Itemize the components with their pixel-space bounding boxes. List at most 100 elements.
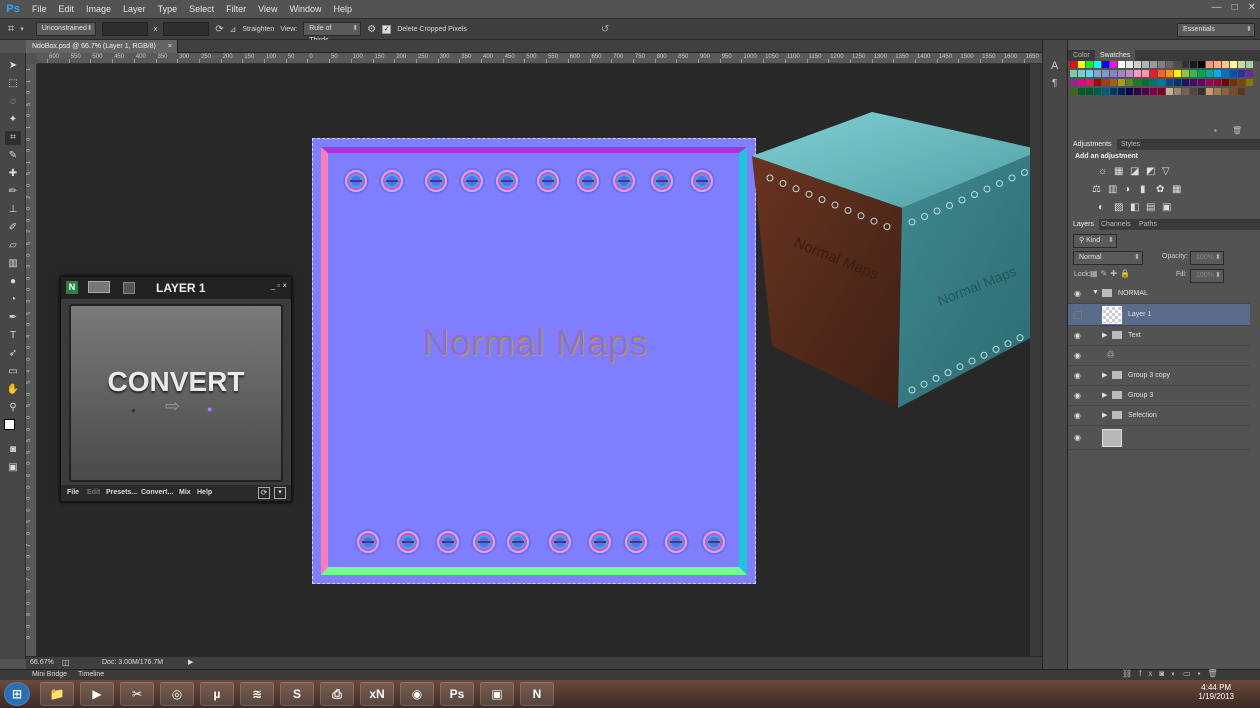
character-panel-icon[interactable]: A [1051, 60, 1058, 72]
swatch[interactable] [1230, 88, 1237, 95]
adjustment-icon[interactable]: ▦ [1172, 184, 1181, 195]
delete-swatch-icon[interactable]: 🗑 [1232, 126, 1242, 135]
swatch[interactable] [1150, 70, 1157, 77]
eraser-tool-icon[interactable]: ▱ [5, 239, 21, 253]
swatch[interactable] [1134, 70, 1141, 77]
swatch[interactable] [1110, 79, 1117, 86]
screen-mode-icon[interactable]: ▣ [5, 461, 21, 475]
healing-tool-icon[interactable]: ✚ [5, 167, 21, 181]
converter-menu-edit[interactable]: Edit [87, 489, 100, 496]
swatch[interactable] [1190, 79, 1197, 86]
tab-timeline[interactable]: Timeline [78, 671, 104, 678]
adjustment-icon[interactable]: ◩ [1146, 166, 1155, 177]
tab-channels[interactable]: Channels [1096, 219, 1136, 230]
group-collapsed-icon[interactable]: ▶ [1102, 411, 1107, 419]
crop-tool-icon[interactable]: ⌗ [8, 23, 14, 36]
group-expanded-icon[interactable]: ▼ [1092, 289, 1099, 296]
converter-menu-presets[interactable]: Presets... [106, 489, 137, 496]
swatch[interactable] [1190, 70, 1197, 77]
swatch[interactable] [1166, 88, 1173, 95]
swatch[interactable] [1070, 88, 1077, 95]
swatch[interactable] [1206, 61, 1213, 68]
swatch[interactable] [1230, 61, 1237, 68]
swatch[interactable] [1126, 61, 1133, 68]
swatch[interactable] [1102, 79, 1109, 86]
swatch[interactable] [1246, 79, 1253, 86]
adjustment-icon[interactable]: ▦ [1114, 166, 1123, 177]
adjustment-icon[interactable]: ▤ [1146, 202, 1155, 213]
adjustment-icon[interactable]: ◪ [1130, 166, 1139, 177]
group-collapsed-icon[interactable]: ▶ [1102, 331, 1107, 339]
swatch[interactable] [1206, 79, 1213, 86]
swatch[interactable] [1078, 70, 1085, 77]
adjustment-icon[interactable]: ◑ [1124, 184, 1130, 195]
swatch[interactable] [1086, 70, 1093, 77]
refresh-icon[interactable]: ⟳ [258, 487, 270, 499]
view-select[interactable]: Rule of Thirds [303, 22, 362, 44]
height-input[interactable] [163, 22, 210, 36]
crop-tool-icon[interactable]: ⌗ [5, 131, 21, 145]
swatch[interactable] [1158, 61, 1165, 68]
swatch[interactable] [1118, 88, 1125, 95]
blend-mode-select[interactable]: Normal [1073, 251, 1143, 265]
close-icon[interactable]: ✕ [1248, 2, 1256, 13]
minimize-icon[interactable]: — [1212, 2, 1222, 13]
vertical-scrollbar[interactable] [1030, 64, 1042, 659]
ratio-select[interactable]: Unconstrained [35, 22, 96, 36]
stamp-tool-icon[interactable]: ⊥ [5, 203, 21, 217]
taskbar-app-icon[interactable]: ≋ [240, 682, 274, 706]
swatch[interactable] [1222, 70, 1229, 77]
visibility-eye-icon[interactable]: ◉ [1074, 372, 1084, 380]
swatch[interactable] [1166, 79, 1173, 86]
group-collapsed-icon[interactable]: ▶ [1102, 391, 1107, 399]
lock-icons[interactable]: ▦✎✚🔒 [1090, 269, 1133, 278]
swatch[interactable] [1094, 88, 1101, 95]
group-collapsed-icon[interactable]: ▶ [1102, 371, 1107, 379]
swatch[interactable] [1214, 70, 1221, 77]
opacity-input[interactable]: 100% [1190, 251, 1224, 265]
swatch[interactable] [1182, 79, 1189, 86]
path-select-tool-icon[interactable]: ➶ [5, 347, 21, 361]
taskbar-app-icon[interactable]: N [520, 682, 554, 706]
swatch[interactable] [1206, 70, 1213, 77]
zoom-tool-icon[interactable]: ⚲ [5, 401, 21, 415]
paragraph-panel-icon[interactable]: ¶ [1052, 78, 1057, 89]
quick-mask-icon[interactable]: ◙ [5, 443, 21, 457]
layer-row-group3copy[interactable]: ◉ ▶ Group 3 copy [1068, 366, 1250, 386]
menu-file[interactable]: File [26, 4, 53, 14]
swatch[interactable] [1134, 88, 1141, 95]
zoom-level[interactable]: 66.67% [30, 659, 54, 666]
taskbar-app-icon[interactable]: ▣ [480, 682, 514, 706]
swatch[interactable] [1246, 61, 1253, 68]
view-grid-icon[interactable] [88, 281, 110, 293]
swatch[interactable] [1078, 79, 1085, 86]
swatch[interactable] [1166, 61, 1173, 68]
visibility-eye-icon[interactable]: ◉ [1074, 392, 1084, 400]
swatch[interactable] [1246, 70, 1253, 77]
swatch[interactable] [1110, 70, 1117, 77]
swatch[interactable] [1222, 88, 1229, 95]
width-input[interactable] [101, 22, 148, 36]
swatch[interactable] [1190, 88, 1197, 95]
tab-close-icon[interactable]: × [168, 40, 172, 53]
dodge-tool-icon[interactable]: ◔ [5, 293, 21, 307]
swatch[interactable] [1222, 61, 1229, 68]
swatch[interactable] [1118, 79, 1125, 86]
taskbar-app-icon[interactable]: ⎙ [320, 682, 354, 706]
swatch[interactable] [1238, 70, 1245, 77]
swatch[interactable] [1214, 61, 1221, 68]
swatch[interactable] [1102, 70, 1109, 77]
move-tool-icon[interactable]: ➤ [5, 59, 21, 73]
magic-wand-tool-icon[interactable]: ✦ [5, 113, 21, 127]
swatch[interactable] [1222, 79, 1229, 86]
taskbar-app-icon[interactable]: ✂ [120, 682, 154, 706]
swatch[interactable] [1110, 88, 1117, 95]
layer-row-text[interactable]: ◉ ▶ Text [1068, 326, 1250, 346]
menu-filter[interactable]: Filter [220, 4, 252, 14]
swatch[interactable] [1174, 70, 1181, 77]
swatch[interactable] [1126, 88, 1133, 95]
swatch[interactable] [1214, 88, 1221, 95]
visibility-eye-icon[interactable]: ◉ [1074, 434, 1084, 442]
swatch[interactable] [1158, 88, 1165, 95]
swatch[interactable] [1078, 88, 1085, 95]
